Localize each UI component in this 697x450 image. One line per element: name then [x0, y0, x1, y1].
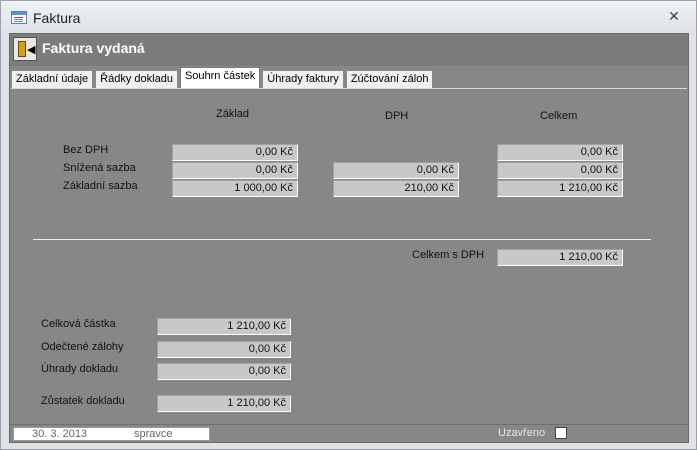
document-payments-field[interactable]: 0,00 Kč: [157, 363, 291, 380]
reduced-rate-total-field[interactable]: 0,00 Kč: [497, 162, 623, 179]
closed-label: Uzavřeno: [498, 427, 546, 439]
standard-rate-vat-field[interactable]: 210,00 Kč: [333, 180, 459, 197]
document-balance-field[interactable]: 1 210,00 Kč: [157, 395, 291, 412]
separator-line: [33, 239, 651, 240]
tab-strip: Základní údaje Řádky dokladu Souhrn část…: [11, 67, 435, 88]
exit-button[interactable]: ◀: [13, 37, 37, 61]
deducted-advances-label: Odečtené zálohy: [41, 341, 124, 353]
row-label-standard-rate: Základní sazba: [63, 180, 138, 192]
total-amount-field[interactable]: 1 210,00 Kč: [157, 318, 291, 335]
no-vat-base-field[interactable]: 0,00 Kč: [172, 144, 298, 161]
total-amount-label: Celková částka: [41, 318, 116, 330]
row-label-no-vat: Bez DPH: [63, 144, 109, 156]
form-title: Faktura vydaná: [42, 40, 145, 56]
closed-checkbox[interactable]: [555, 427, 567, 439]
tab-invoice-payments[interactable]: Úhrady faktury: [262, 70, 344, 88]
invoice-window: Faktura ✕ ◀ Faktura vydaná Základní údaj…: [0, 0, 697, 450]
row-label-reduced-rate: Snížená sazba: [63, 162, 136, 174]
tab-document-lines[interactable]: Řádky dokladu: [95, 70, 178, 88]
invoice-form: ◀ Faktura vydaná Základní údaje Řádky do…: [9, 33, 689, 443]
form-header: ◀ Faktura vydaná: [10, 34, 688, 66]
no-vat-total-field[interactable]: 0,00 Kč: [497, 144, 623, 161]
status-date: 30. 3. 2013: [32, 428, 88, 440]
exit-door-icon: [18, 41, 26, 57]
status-info-box: 30. 3. 2013 spravce: [13, 427, 210, 441]
summary-tab-page: Základ DPH Celkem Bez DPH 0,00 Kč 0,00 K…: [11, 88, 687, 424]
deducted-advances-field[interactable]: 0,00 Kč: [157, 341, 291, 358]
arrow-left-icon: ◀: [27, 43, 36, 56]
window-title: Faktura: [33, 10, 81, 26]
document-payments-label: Úhrady dokladu: [41, 363, 119, 375]
column-header-vat: DPH: [385, 110, 409, 122]
tab-amount-summary[interactable]: Souhrn částek: [179, 67, 261, 88]
column-header-total: Celkem: [540, 110, 578, 122]
total-with-vat-field[interactable]: 1 210,00 Kč: [497, 249, 623, 266]
status-user: spravce: [134, 428, 173, 440]
document-balance-label: Zůstatek dokladu: [41, 395, 125, 407]
standard-rate-base-field[interactable]: 1 000,00 Kč: [172, 180, 298, 197]
close-button[interactable]: ✕: [666, 9, 682, 25]
tab-basic-info[interactable]: Základní údaje: [11, 70, 94, 88]
status-bar: 30. 3. 2013 spravce Uzavřeno: [10, 424, 688, 442]
reduced-rate-base-field[interactable]: 0,00 Kč: [172, 162, 298, 179]
column-header-base: Základ: [216, 108, 250, 120]
total-with-vat-label: Celkem s DPH: [412, 249, 485, 261]
reduced-rate-vat-field[interactable]: 0,00 Kč: [333, 162, 459, 179]
standard-rate-total-field[interactable]: 1 210,00 Kč: [497, 180, 623, 197]
title-bar: Faktura ✕: [1, 1, 696, 33]
form-app-icon: [11, 11, 27, 24]
tab-advance-settlement[interactable]: Zúčtování záloh: [345, 70, 434, 88]
